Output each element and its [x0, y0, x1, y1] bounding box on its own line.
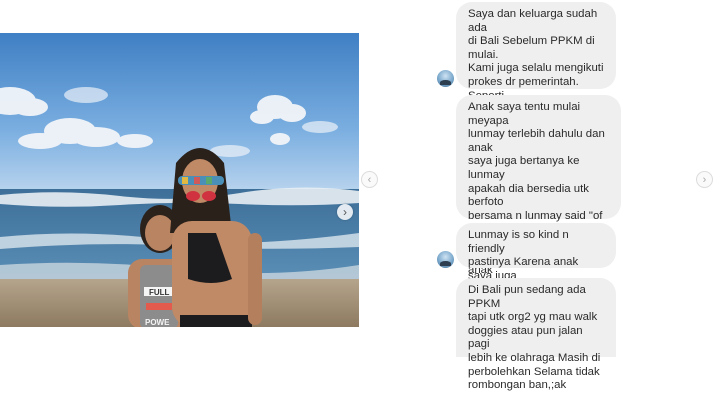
message-bubble: Di Bali pun sedang ada PPKM tapi utk org…	[456, 278, 616, 391]
chevron-left-icon[interactable]: ‹	[361, 171, 378, 188]
message-bubble: Saya dan keluarga sudah ada di Bali Sebe…	[456, 2, 616, 156]
message-bubble: Anak saya tentu mulai meyapa lunmay terl…	[456, 95, 621, 317]
shirt-text: FULL	[149, 288, 170, 297]
photo-next-icon[interactable]: ›	[337, 204, 353, 220]
svg-text:POWE: POWE	[145, 318, 170, 327]
post-photo[interactable]: FULL POWE ›	[0, 33, 359, 327]
sender-avatar[interactable]	[437, 70, 454, 87]
chevron-right-icon[interactable]: ›	[696, 171, 713, 188]
message-bubble: Lunmay is so kind n friendly pastinya Ka…	[456, 223, 616, 295]
sender-avatar[interactable]	[437, 251, 454, 268]
beach-photo: FULL POWE	[0, 33, 359, 327]
